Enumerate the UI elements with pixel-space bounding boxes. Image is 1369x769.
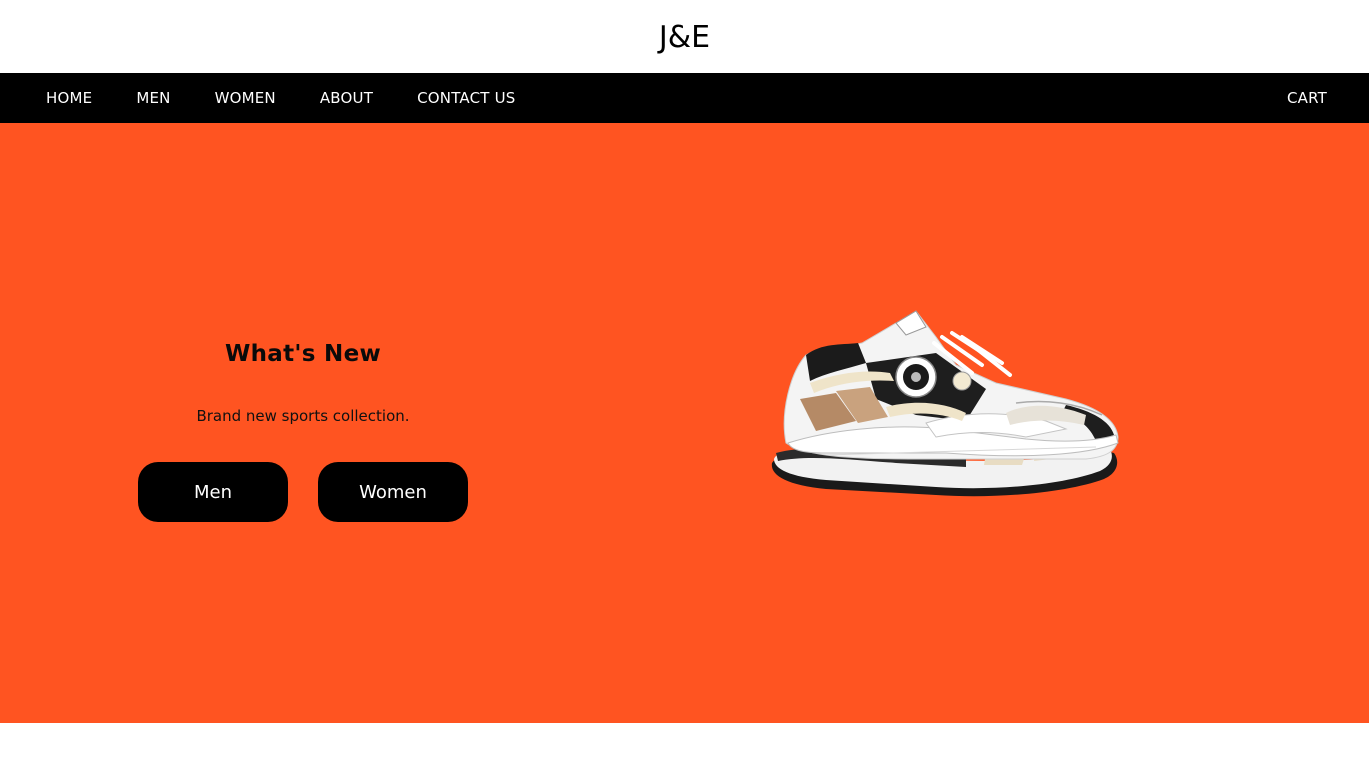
main-navbar: HOME MEN WOMEN ABOUT CONTACT US CART <box>0 73 1369 123</box>
hero-copy: What's New Brand new sports collection. … <box>138 341 468 522</box>
women-button[interactable]: Women <box>318 462 468 522</box>
nav-link-about[interactable]: ABOUT <box>320 89 373 107</box>
nav-links: HOME MEN WOMEN ABOUT CONTACT US <box>46 89 516 107</box>
sneaker-image <box>771 310 1119 497</box>
men-button[interactable]: Men <box>138 462 288 522</box>
nav-link-men[interactable]: MEN <box>136 89 170 107</box>
nav-link-home[interactable]: HOME <box>46 89 92 107</box>
nav-link-contact-us[interactable]: CONTACT US <box>417 89 515 107</box>
nav-link-cart[interactable]: CART <box>1287 89 1327 107</box>
hero-title: What's New <box>224 341 382 367</box>
site-logo[interactable]: J&E <box>659 18 710 55</box>
hero-buttons: Men Women <box>138 462 468 522</box>
top-header: J&E <box>0 0 1369 73</box>
hero-subtitle: Brand new sports collection. <box>196 407 410 425</box>
nav-link-women[interactable]: WOMEN <box>215 89 276 107</box>
hero-section: What's New Brand new sports collection. … <box>0 123 1369 723</box>
